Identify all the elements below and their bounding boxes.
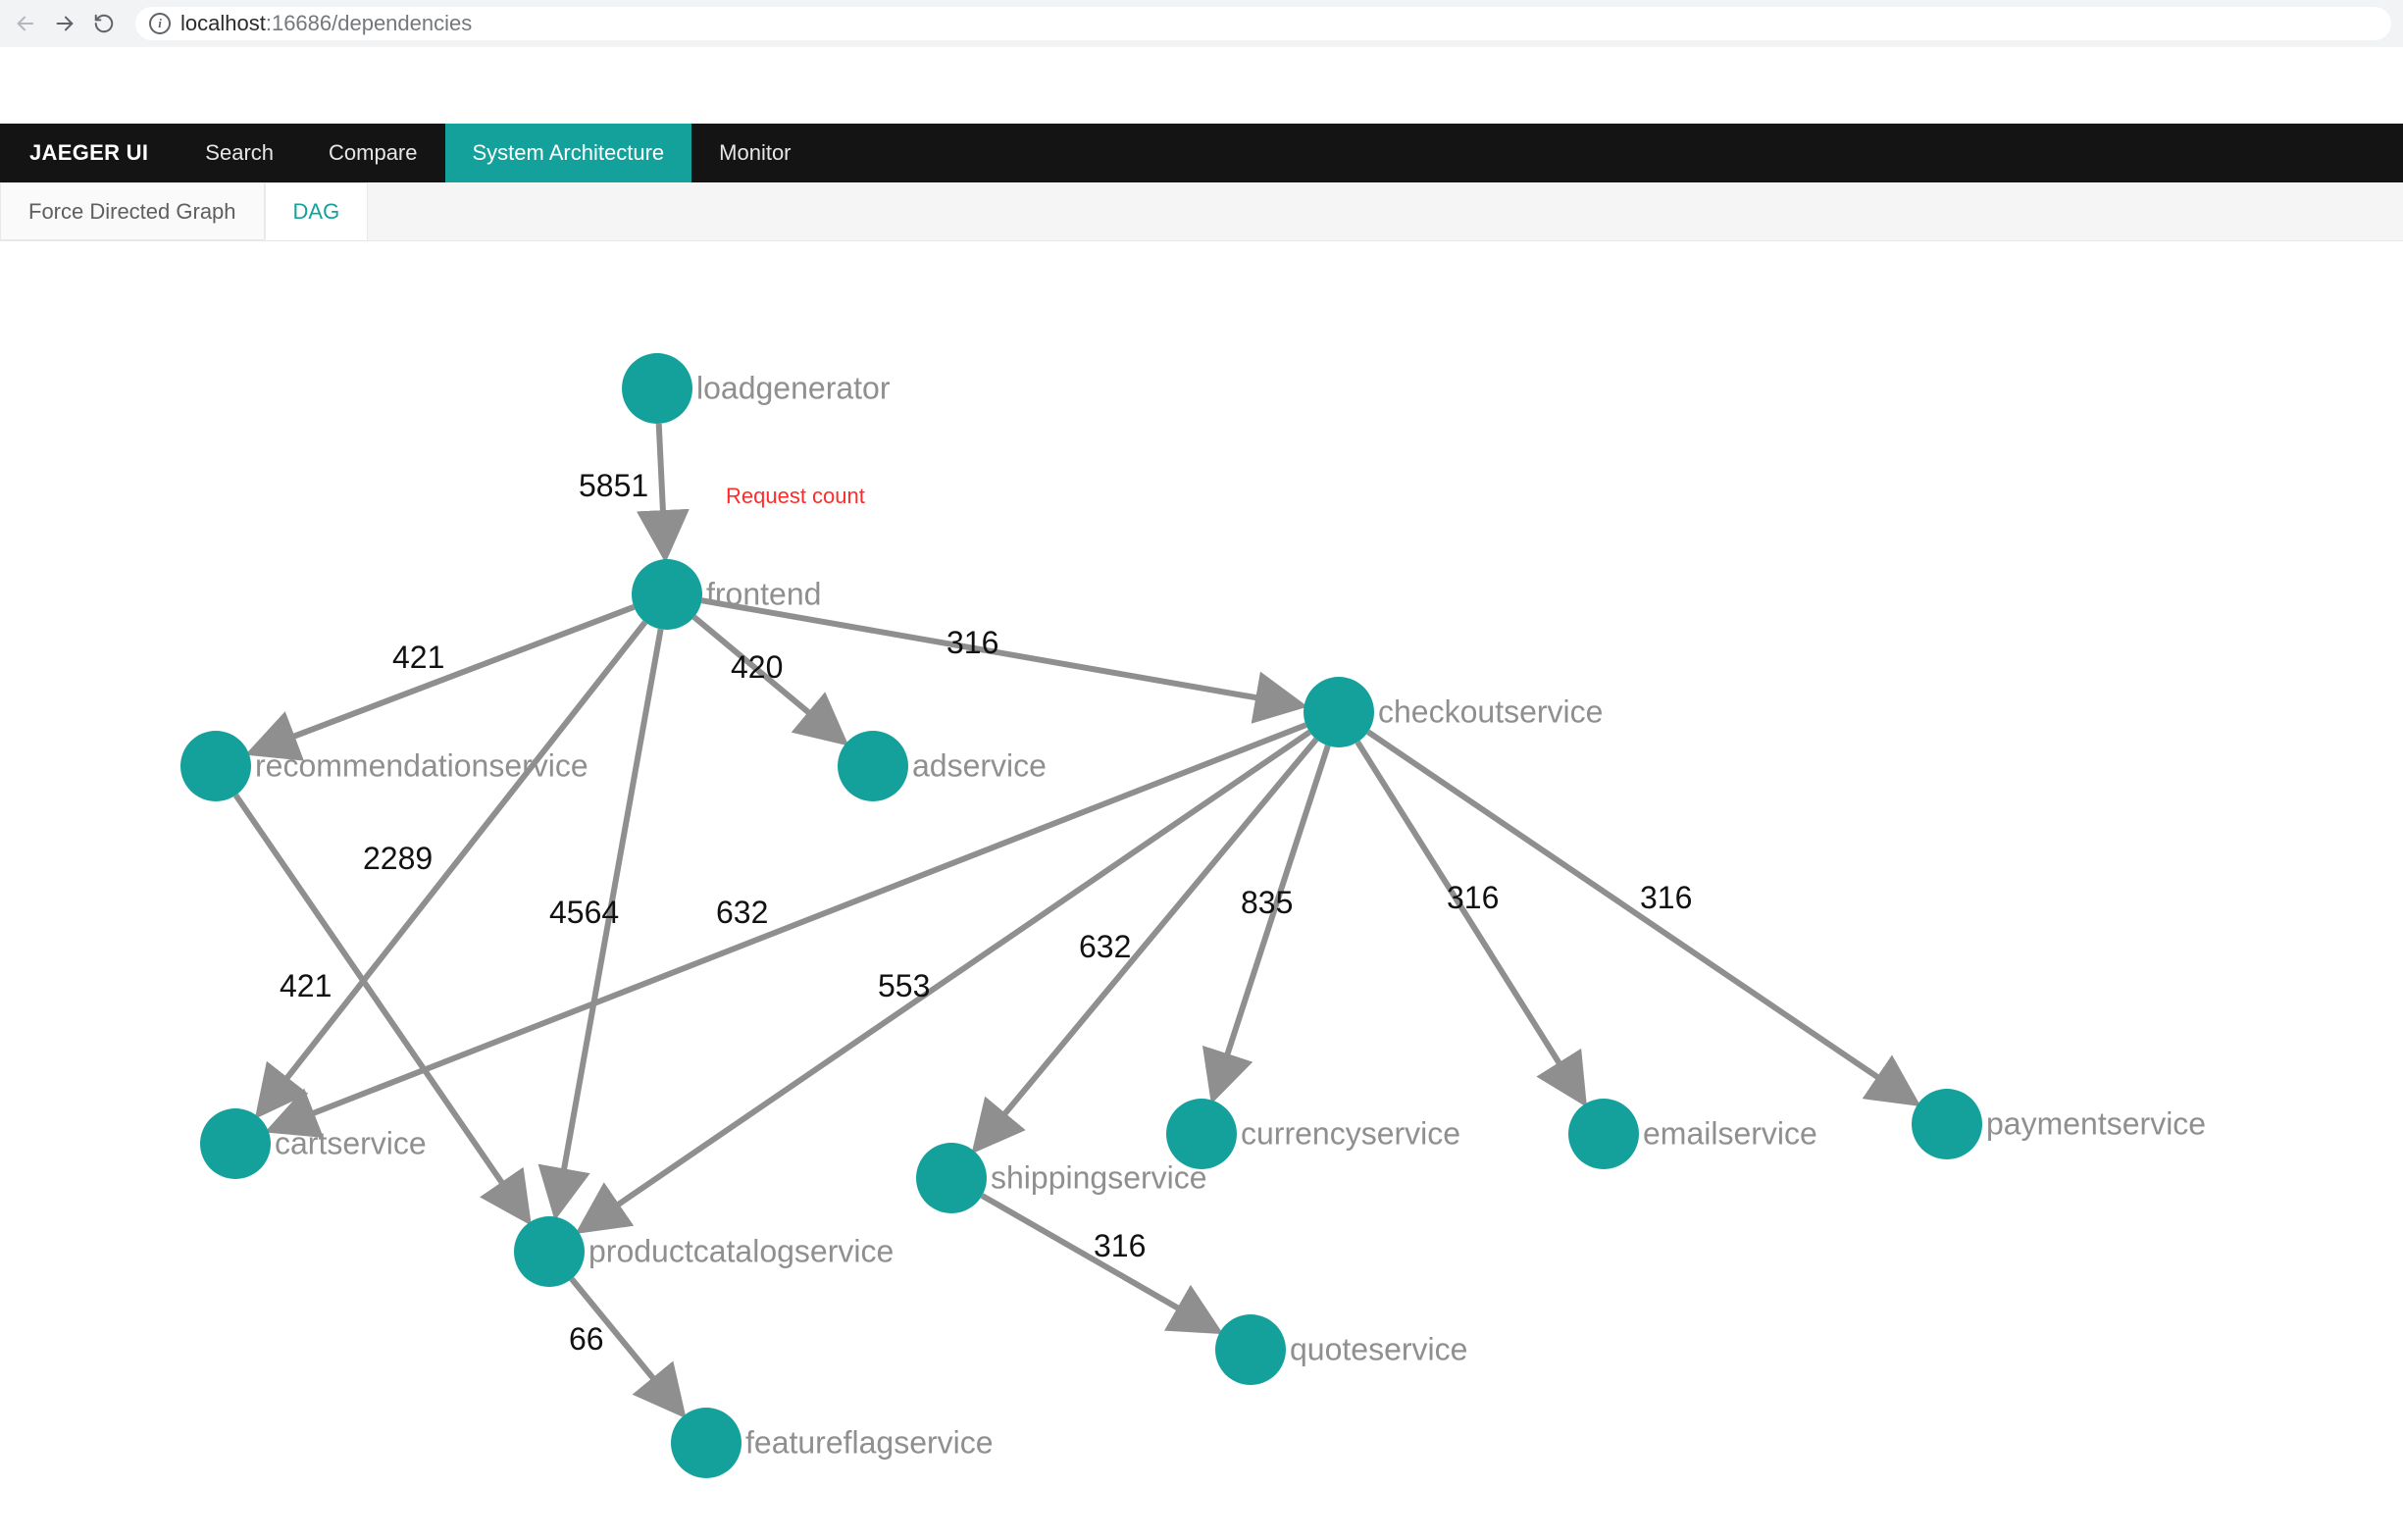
- forward-icon[interactable]: [51, 10, 78, 37]
- edge-count-frontend-to-recommendationservice: 421: [392, 640, 444, 675]
- edge-count-productcatalogservice-to-featureflagservice: 66: [569, 1321, 604, 1357]
- node-label-currencyservice: currencyservice: [1241, 1115, 1460, 1151]
- node-label-checkoutservice: checkoutservice: [1378, 693, 1603, 729]
- node-label-frontend: frontend: [706, 576, 821, 611]
- edge-count-frontend-to-cartservice: 2289: [363, 841, 433, 876]
- node-emailservice[interactable]: emailservice: [1568, 1099, 1817, 1169]
- url-bar[interactable]: i localhost:16686/dependencies: [135, 7, 2391, 40]
- back-icon[interactable]: [12, 10, 39, 37]
- node-currencyservice[interactable]: currencyservice: [1166, 1099, 1460, 1169]
- node-paymentservice[interactable]: paymentservice: [1912, 1089, 2206, 1159]
- browser-gap: [0, 47, 2403, 124]
- top-nav: JAEGER UI Search Compare System Architec…: [0, 124, 2403, 182]
- node-recommendationservice[interactable]: recommendationservice: [180, 731, 588, 801]
- edge-count-shippingservice-to-quoteservice: 316: [1094, 1228, 1146, 1263]
- edge-checkoutservice-to-paymentservice[interactable]: 316: [1368, 732, 1912, 1100]
- edge-count-checkoutservice-to-shippingservice: 632: [1079, 929, 1131, 964]
- node-label-featureflagservice: featureflagservice: [745, 1424, 994, 1460]
- node-label-loadgenerator: loadgenerator: [696, 370, 891, 405]
- edge-count-checkoutservice-to-emailservice: 316: [1447, 880, 1499, 915]
- node-shippingservice[interactable]: shippingservice: [916, 1143, 1207, 1213]
- edge-count-checkoutservice-to-currencyservice: 835: [1241, 885, 1293, 920]
- edge-loadgenerator-to-frontend[interactable]: 5851: [579, 424, 665, 551]
- node-loadgenerator[interactable]: loadgenerator: [622, 353, 891, 424]
- node-label-productcatalogservice: productcatalogservice: [588, 1233, 894, 1268]
- node-label-paymentservice: paymentservice: [1986, 1105, 2206, 1141]
- edge-checkoutservice-to-cartservice[interactable]: 632: [276, 725, 1305, 1128]
- node-label-quoteservice: quoteservice: [1290, 1331, 1467, 1366]
- node-cartservice[interactable]: cartservice: [200, 1108, 427, 1179]
- annotation-request-count: Request count: [726, 484, 865, 508]
- node-label-cartservice: cartservice: [275, 1125, 427, 1160]
- edge-frontend-to-recommendationservice[interactable]: 421: [256, 607, 634, 751]
- edge-count-checkoutservice-to-paymentservice: 316: [1640, 880, 1692, 915]
- edge-frontend-to-adservice[interactable]: 420: [694, 617, 841, 739]
- node-quoteservice[interactable]: quoteservice: [1215, 1314, 1467, 1385]
- sub-tabs: Force Directed Graph DAG: [0, 182, 2403, 241]
- nav-compare[interactable]: Compare: [301, 124, 444, 182]
- edge-frontend-to-checkoutservice[interactable]: 316: [701, 600, 1296, 704]
- edge-count-checkoutservice-to-productcatalogservice: 553: [878, 968, 930, 1003]
- edge-count-frontend-to-productcatalogservice: 4564: [549, 895, 619, 930]
- dependency-graph-area[interactable]: 5851 421 420 316 2289 4564 421 632 553 632 835 316 3…: [0, 241, 2403, 1540]
- nav-system-architecture[interactable]: System Architecture: [445, 124, 692, 182]
- node-featureflagservice[interactable]: featureflagservice: [671, 1408, 994, 1478]
- node-productcatalogservice[interactable]: productcatalogservice: [514, 1216, 894, 1287]
- edge-count-frontend-to-adservice: 420: [731, 649, 783, 685]
- edge-count-loadgenerator-to-frontend: 5851: [579, 468, 648, 503]
- nav-search[interactable]: Search: [178, 124, 301, 182]
- node-label-recommendationservice: recommendationservice: [255, 747, 588, 783]
- node-label-adservice: adservice: [912, 747, 1047, 783]
- edge-count-frontend-to-checkoutservice: 316: [946, 625, 998, 660]
- nav-monitor[interactable]: Monitor: [691, 124, 818, 182]
- edge-productcatalogservice-to-featureflagservice[interactable]: 66: [569, 1279, 679, 1410]
- reload-icon[interactable]: [90, 10, 118, 37]
- node-label-emailservice: emailservice: [1643, 1115, 1817, 1151]
- node-label-shippingservice: shippingservice: [991, 1159, 1207, 1195]
- node-checkoutservice[interactable]: checkoutservice: [1304, 677, 1603, 747]
- edge-shippingservice-to-quoteservice[interactable]: 316: [982, 1196, 1213, 1328]
- url-host: localhost: [180, 11, 266, 35]
- edge-count-recommendationservice-to-productcatalogservice: 421: [280, 968, 332, 1003]
- url-text: localhost:16686/dependencies: [180, 11, 472, 36]
- brand-label[interactable]: JAEGER UI: [0, 124, 178, 182]
- tab-force-directed-graph[interactable]: Force Directed Graph: [0, 182, 265, 240]
- dependency-graph-svg[interactable]: 5851 421 420 316 2289 4564 421 632 553 632 835 316 3…: [0, 241, 2403, 1540]
- node-adservice[interactable]: adservice: [838, 731, 1047, 801]
- url-path: :16686/dependencies: [266, 11, 472, 35]
- tab-dag[interactable]: DAG: [265, 182, 369, 240]
- edge-count-checkoutservice-to-cartservice: 632: [716, 895, 768, 930]
- site-info-icon[interactable]: i: [149, 13, 171, 34]
- edge-checkoutservice-to-emailservice[interactable]: 316: [1357, 742, 1580, 1097]
- edge-frontend-to-productcatalogservice[interactable]: 4564: [549, 629, 661, 1208]
- browser-chrome-bar: i localhost:16686/dependencies: [0, 0, 2403, 47]
